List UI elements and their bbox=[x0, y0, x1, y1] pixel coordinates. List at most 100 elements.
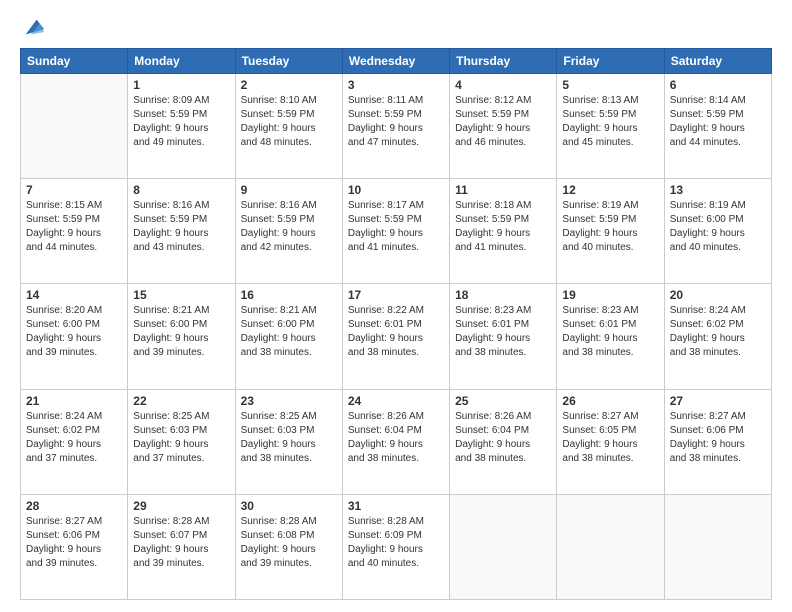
day-info: Sunrise: 8:23 AMSunset: 6:01 PMDaylight:… bbox=[562, 304, 658, 360]
day-number: 19 bbox=[562, 288, 658, 302]
day-number: 28 bbox=[26, 499, 122, 513]
calendar-cell: 31Sunrise: 8:28 AMSunset: 6:09 PMDayligh… bbox=[342, 494, 449, 599]
logo-icon bbox=[22, 16, 44, 38]
day-number: 26 bbox=[562, 394, 658, 408]
day-number: 18 bbox=[455, 288, 551, 302]
calendar-cell: 21Sunrise: 8:24 AMSunset: 6:02 PMDayligh… bbox=[21, 389, 128, 494]
day-info: Sunrise: 8:21 AMSunset: 6:00 PMDaylight:… bbox=[133, 304, 229, 360]
day-info: Sunrise: 8:15 AMSunset: 5:59 PMDaylight:… bbox=[26, 199, 122, 255]
day-number: 20 bbox=[670, 288, 766, 302]
day-info: Sunrise: 8:27 AMSunset: 6:06 PMDaylight:… bbox=[26, 515, 122, 571]
day-info: Sunrise: 8:26 AMSunset: 6:04 PMDaylight:… bbox=[348, 410, 444, 466]
calendar-cell: 12 Sunrise: 8:19 AMSunset: 5:59 PMDayligh… bbox=[557, 179, 664, 284]
day-info: Sunrise: 8:13 AMSunset: 5:59 PMDaylight:… bbox=[562, 94, 658, 150]
calendar-cell: 3Sunrise: 8:11 AMSunset: 5:59 PMDaylight… bbox=[342, 74, 449, 179]
day-info: Sunrise: 8:27 AMSunset: 6:05 PMDaylight:… bbox=[562, 410, 658, 466]
weekday-header-tuesday: Tuesday bbox=[235, 49, 342, 74]
calendar-cell: 30Sunrise: 8:28 AMSunset: 6:08 PMDayligh… bbox=[235, 494, 342, 599]
day-info: Sunrise: 8:17 AMSunset: 5:59 PMDaylight:… bbox=[348, 199, 444, 255]
calendar-cell: 23 Sunrise: 8:25 AMSunset: 6:03 PMDayligh… bbox=[235, 389, 342, 494]
calendar-cell bbox=[21, 74, 128, 179]
weekday-header-row: SundayMondayTuesdayWednesdayThursdayFrid… bbox=[21, 49, 772, 74]
day-info: Sunrise: 8:28 AMSunset: 6:07 PMDaylight:… bbox=[133, 515, 229, 571]
calendar-cell: 20 Sunrise: 8:24 AMSunset: 6:02 PMDayligh… bbox=[664, 284, 771, 389]
day-info: Sunrise: 8:19 AMSunset: 6:00 PMDaylight:… bbox=[670, 199, 766, 255]
weekday-header-wednesday: Wednesday bbox=[342, 49, 449, 74]
calendar-week-1: 1 Sunrise: 8:09 AMSunset: 5:59 PMDaylight… bbox=[21, 74, 772, 179]
day-number: 14 bbox=[26, 288, 122, 302]
day-info: Sunrise: 8:26 AMSunset: 6:04 PMDaylight:… bbox=[455, 410, 551, 466]
calendar-week-2: 7 Sunrise: 8:15 AMSunset: 5:59 PMDaylight… bbox=[21, 179, 772, 284]
calendar-cell: 16 Sunrise: 8:21 AMSunset: 6:00 PMDayligh… bbox=[235, 284, 342, 389]
day-number: 12 bbox=[562, 183, 658, 197]
calendar-cell: 13 Sunrise: 8:19 AMSunset: 6:00 PMDayligh… bbox=[664, 179, 771, 284]
calendar-cell: 14 Sunrise: 8:20 AMSunset: 6:00 PMDayligh… bbox=[21, 284, 128, 389]
day-info: Sunrise: 8:19 AMSunset: 5:59 PMDaylight:… bbox=[562, 199, 658, 255]
calendar-cell: 19 Sunrise: 8:23 AMSunset: 6:01 PMDayligh… bbox=[557, 284, 664, 389]
calendar-cell: 10Sunrise: 8:17 AMSunset: 5:59 PMDayligh… bbox=[342, 179, 449, 284]
day-number: 15 bbox=[133, 288, 229, 302]
day-info: Sunrise: 8:21 AMSunset: 6:00 PMDaylight:… bbox=[241, 304, 337, 360]
day-number: 24 bbox=[348, 394, 444, 408]
weekday-header-friday: Friday bbox=[557, 49, 664, 74]
day-info: Sunrise: 8:24 AMSunset: 6:02 PMDaylight:… bbox=[670, 304, 766, 360]
header bbox=[20, 18, 772, 38]
calendar-cell: 22 Sunrise: 8:25 AMSunset: 6:03 PMDayligh… bbox=[128, 389, 235, 494]
day-number: 6 bbox=[670, 78, 766, 92]
day-info: Sunrise: 8:25 AMSunset: 6:03 PMDaylight:… bbox=[133, 410, 229, 466]
day-number: 23 bbox=[241, 394, 337, 408]
calendar-cell bbox=[557, 494, 664, 599]
calendar-cell: 5 Sunrise: 8:13 AMSunset: 5:59 PMDaylight… bbox=[557, 74, 664, 179]
day-info: Sunrise: 8:25 AMSunset: 6:03 PMDaylight:… bbox=[241, 410, 337, 466]
calendar-cell: 2Sunrise: 8:10 AMSunset: 5:59 PMDaylight… bbox=[235, 74, 342, 179]
day-info: Sunrise: 8:09 AMSunset: 5:59 PMDaylight:… bbox=[133, 94, 229, 150]
calendar-cell: 11Sunrise: 8:18 AMSunset: 5:59 PMDayligh… bbox=[450, 179, 557, 284]
day-number: 22 bbox=[133, 394, 229, 408]
calendar-cell bbox=[664, 494, 771, 599]
calendar-cell: 1 Sunrise: 8:09 AMSunset: 5:59 PMDaylight… bbox=[128, 74, 235, 179]
weekday-header-thursday: Thursday bbox=[450, 49, 557, 74]
day-number: 29 bbox=[133, 499, 229, 513]
day-number: 13 bbox=[670, 183, 766, 197]
calendar-cell: 8 Sunrise: 8:16 AMSunset: 5:59 PMDaylight… bbox=[128, 179, 235, 284]
calendar-cell: 17Sunrise: 8:22 AMSunset: 6:01 PMDayligh… bbox=[342, 284, 449, 389]
calendar-cell: 26 Sunrise: 8:27 AMSunset: 6:05 PMDayligh… bbox=[557, 389, 664, 494]
calendar-cell: 24 Sunrise: 8:26 AMSunset: 6:04 PMDayligh… bbox=[342, 389, 449, 494]
calendar-cell: 28 Sunrise: 8:27 AMSunset: 6:06 PMDayligh… bbox=[21, 494, 128, 599]
day-info: Sunrise: 8:10 AMSunset: 5:59 PMDaylight:… bbox=[241, 94, 337, 150]
day-number: 5 bbox=[562, 78, 658, 92]
calendar-week-4: 21Sunrise: 8:24 AMSunset: 6:02 PMDayligh… bbox=[21, 389, 772, 494]
logo bbox=[20, 18, 44, 38]
calendar-week-5: 28 Sunrise: 8:27 AMSunset: 6:06 PMDayligh… bbox=[21, 494, 772, 599]
calendar-cell: 25 Sunrise: 8:26 AMSunset: 6:04 PMDayligh… bbox=[450, 389, 557, 494]
day-number: 21 bbox=[26, 394, 122, 408]
day-info: Sunrise: 8:27 AMSunset: 6:06 PMDaylight:… bbox=[670, 410, 766, 466]
calendar-week-3: 14 Sunrise: 8:20 AMSunset: 6:00 PMDayligh… bbox=[21, 284, 772, 389]
day-info: Sunrise: 8:20 AMSunset: 6:00 PMDaylight:… bbox=[26, 304, 122, 360]
day-info: Sunrise: 8:16 AMSunset: 5:59 PMDaylight:… bbox=[241, 199, 337, 255]
day-number: 7 bbox=[26, 183, 122, 197]
day-info: Sunrise: 8:14 AMSunset: 5:59 PMDaylight:… bbox=[670, 94, 766, 150]
calendar-cell: 27Sunrise: 8:27 AMSunset: 6:06 PMDayligh… bbox=[664, 389, 771, 494]
day-info: Sunrise: 8:23 AMSunset: 6:01 PMDaylight:… bbox=[455, 304, 551, 360]
day-number: 16 bbox=[241, 288, 337, 302]
calendar-cell: 7 Sunrise: 8:15 AMSunset: 5:59 PMDaylight… bbox=[21, 179, 128, 284]
calendar-cell: 9Sunrise: 8:16 AMSunset: 5:59 PMDaylight… bbox=[235, 179, 342, 284]
day-number: 4 bbox=[455, 78, 551, 92]
day-number: 17 bbox=[348, 288, 444, 302]
day-info: Sunrise: 8:12 AMSunset: 5:59 PMDaylight:… bbox=[455, 94, 551, 150]
day-number: 8 bbox=[133, 183, 229, 197]
calendar-table: SundayMondayTuesdayWednesdayThursdayFrid… bbox=[20, 48, 772, 600]
day-number: 30 bbox=[241, 499, 337, 513]
weekday-header-saturday: Saturday bbox=[664, 49, 771, 74]
calendar-cell: 18 Sunrise: 8:23 AMSunset: 6:01 PMDayligh… bbox=[450, 284, 557, 389]
day-info: Sunrise: 8:16 AMSunset: 5:59 PMDaylight:… bbox=[133, 199, 229, 255]
calendar-cell: 6 Sunrise: 8:14 AMSunset: 5:59 PMDaylight… bbox=[664, 74, 771, 179]
calendar-cell bbox=[450, 494, 557, 599]
day-number: 1 bbox=[133, 78, 229, 92]
day-info: Sunrise: 8:11 AMSunset: 5:59 PMDaylight:… bbox=[348, 94, 444, 150]
calendar-cell: 4 Sunrise: 8:12 AMSunset: 5:59 PMDaylight… bbox=[450, 74, 557, 179]
day-number: 25 bbox=[455, 394, 551, 408]
day-number: 31 bbox=[348, 499, 444, 513]
calendar-cell: 29 Sunrise: 8:28 AMSunset: 6:07 PMDayligh… bbox=[128, 494, 235, 599]
